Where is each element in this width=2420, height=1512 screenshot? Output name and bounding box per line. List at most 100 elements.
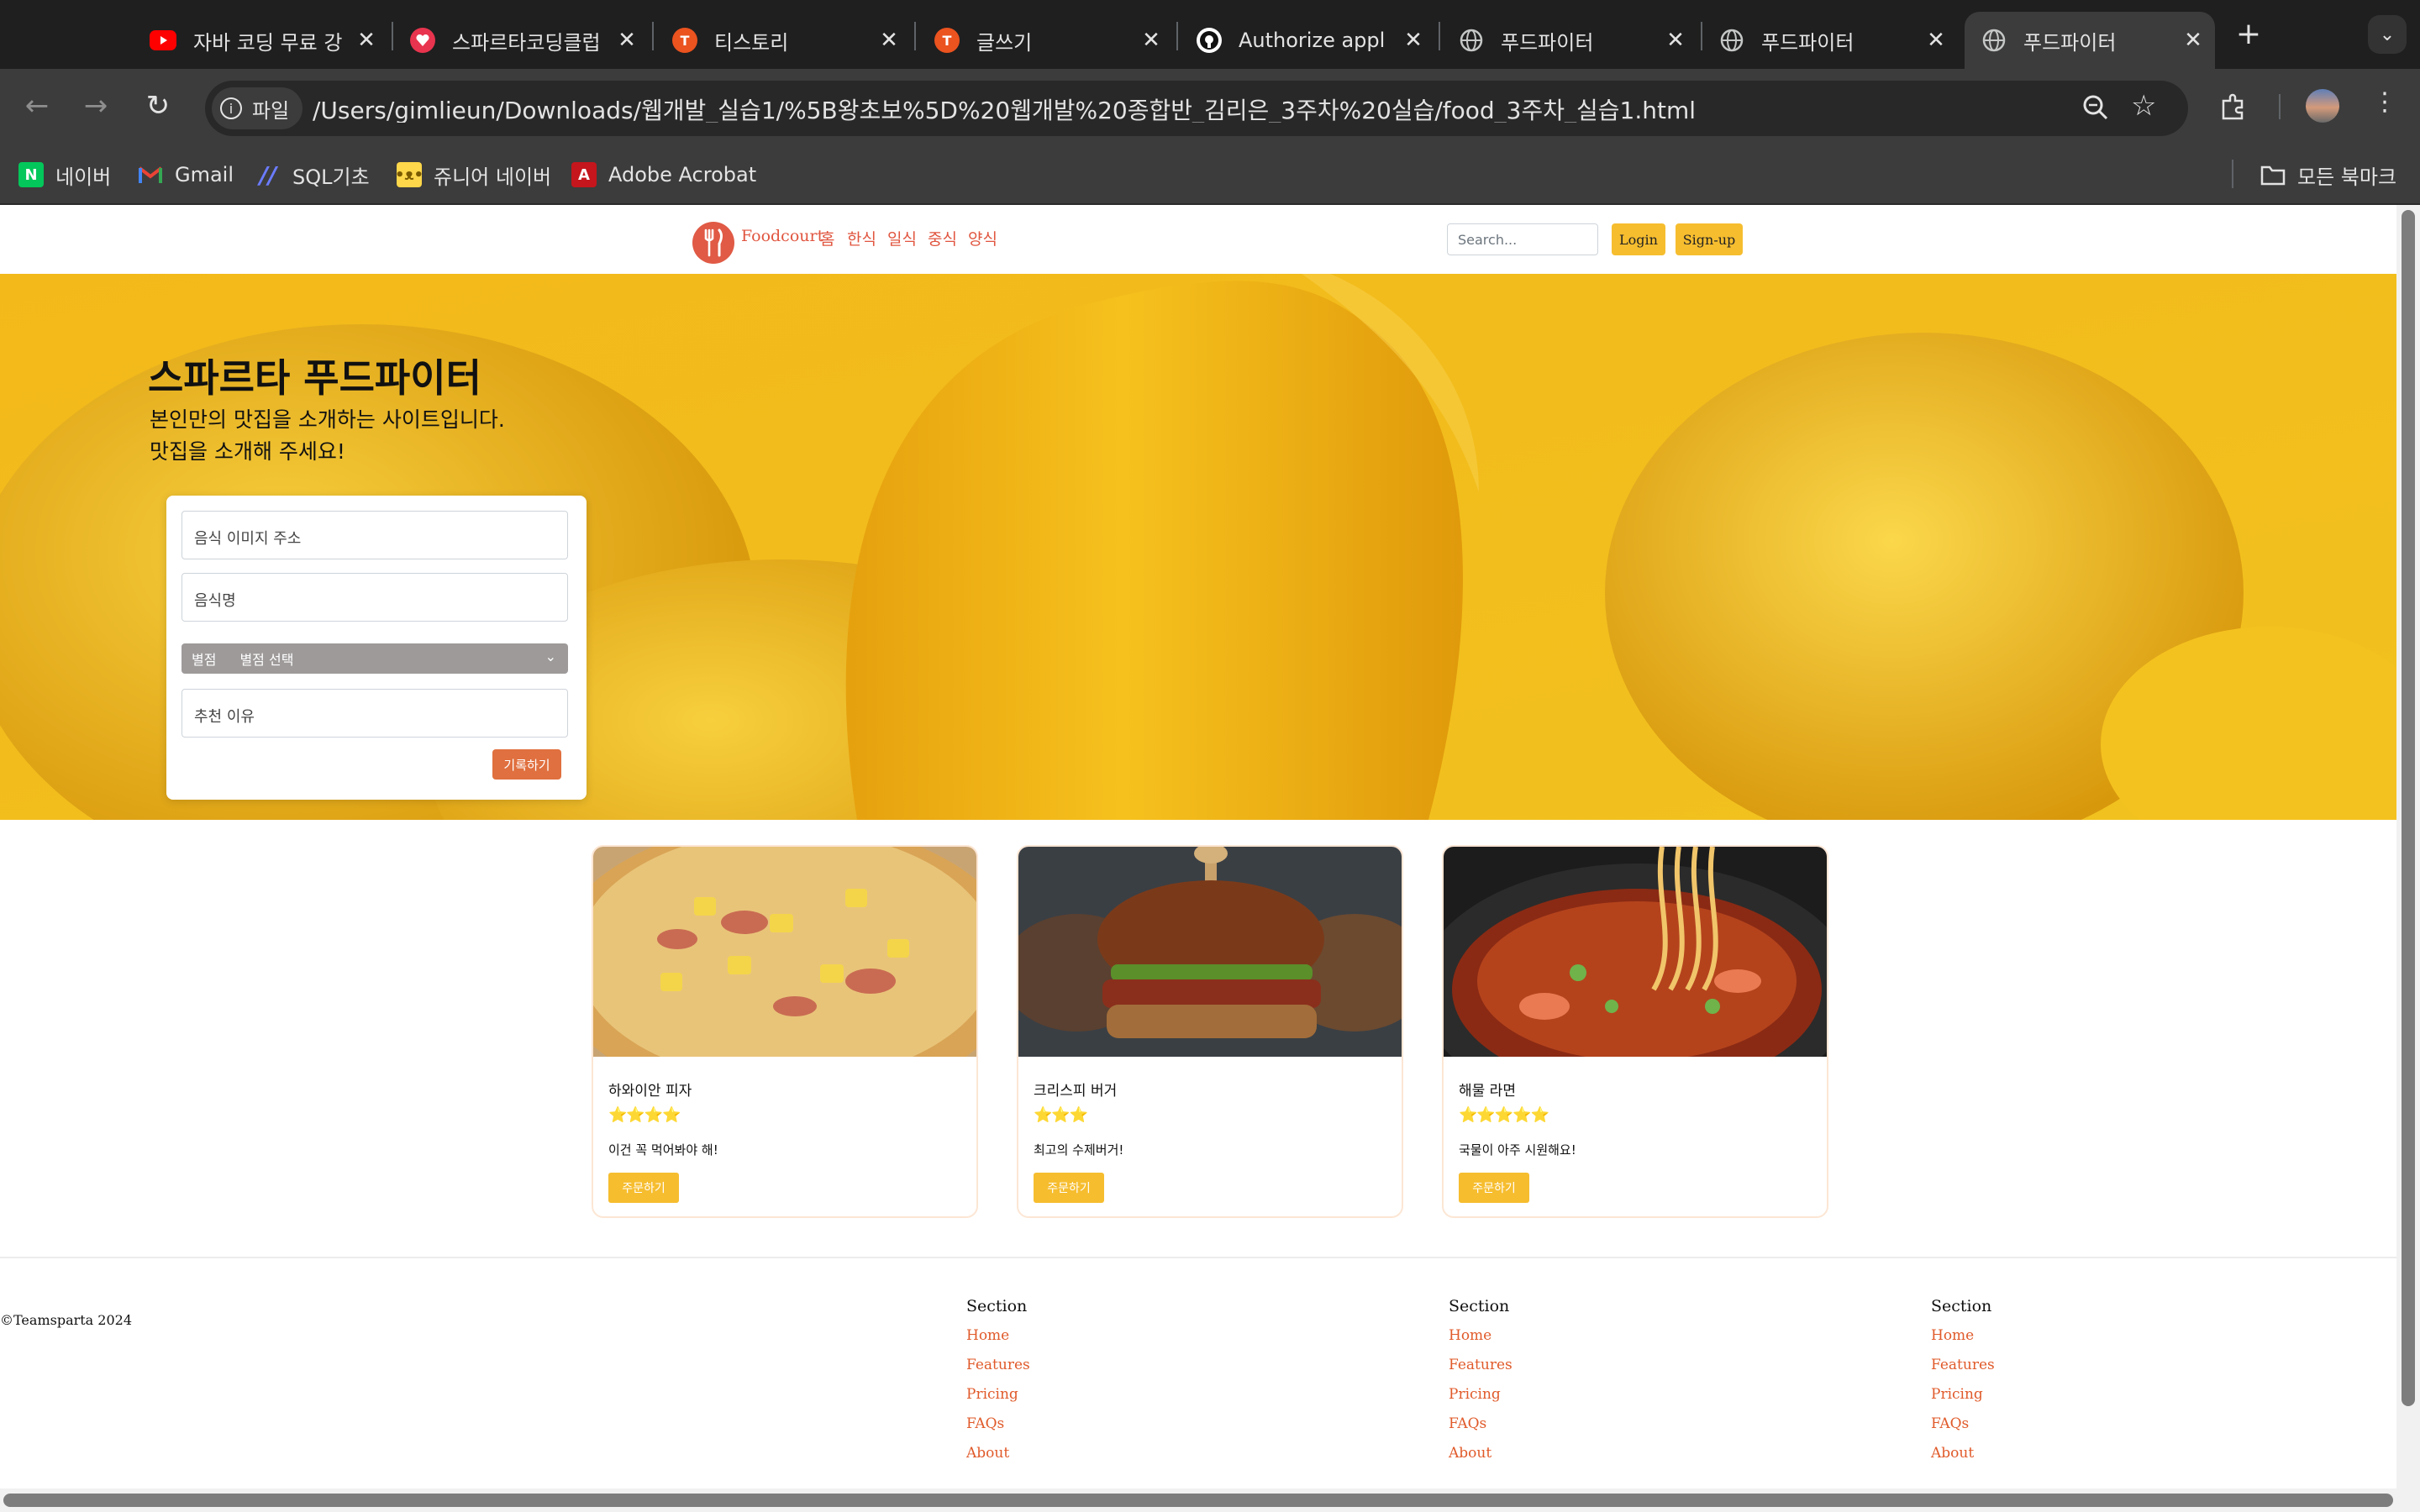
footer-link-features[interactable]: Features xyxy=(966,1357,1030,1373)
ramen-photo xyxy=(1444,847,1827,1057)
naver-icon: N xyxy=(18,162,44,187)
tab-sparta[interactable]: 스파르타코딩클럽 ✕ xyxy=(410,12,639,69)
footer-link-faqs[interactable]: FAQs xyxy=(1931,1415,1969,1432)
tab-foodfighter-2[interactable]: 푸드파이터 ✕ xyxy=(1719,12,1948,69)
star-icon: ⭐ xyxy=(1459,1106,1477,1124)
all-bookmarks[interactable]: 모든 북마크 xyxy=(2260,160,2396,190)
close-icon[interactable]: ✕ xyxy=(1402,28,1425,53)
tab-title: 푸드파이터 xyxy=(1761,30,1854,55)
nav-home[interactable]: 홈 xyxy=(820,227,834,249)
tab-title: 스파르타코딩클럽 xyxy=(452,30,601,55)
order-button[interactable]: 주문하기 xyxy=(1034,1173,1104,1203)
tab-divider xyxy=(1439,22,1440,50)
footer-link-home[interactable]: Home xyxy=(966,1327,1009,1344)
bookmark-label: Gmail xyxy=(175,163,234,186)
forward-arrow-icon[interactable]: → xyxy=(76,86,116,126)
tab-youtube[interactable]: 자바 코딩 무료 강 ✕ xyxy=(150,12,378,69)
close-icon[interactable]: ✕ xyxy=(877,28,901,53)
food-name-field[interactable]: 음식명 xyxy=(182,573,568,622)
tab-divider xyxy=(914,22,916,50)
tab-divider xyxy=(1701,22,1702,50)
bookmark-star-icon[interactable]: ☆ xyxy=(2131,89,2165,123)
nav-western[interactable]: 양식 xyxy=(968,227,997,249)
footer-link-features[interactable]: Features xyxy=(1449,1357,1512,1373)
submit-button[interactable]: 기록하기 xyxy=(492,749,561,780)
file-badge-label: 파일 xyxy=(252,98,290,123)
order-button[interactable]: 주문하기 xyxy=(1459,1173,1529,1203)
footer-link-home[interactable]: Home xyxy=(1931,1327,1974,1344)
card-title: 크리스피 버거 xyxy=(1034,1083,1118,1100)
rating-select[interactable]: 별점 별점 선택 ⌄ xyxy=(182,643,568,674)
reason-textarea[interactable]: 추천 이유 xyxy=(182,689,568,738)
bookmark-label: SQL기초 xyxy=(292,165,370,189)
tab-foodfighter-1[interactable]: 푸드파이터 ✕ xyxy=(1459,12,1687,69)
footer-link-about[interactable]: About xyxy=(1449,1445,1491,1462)
tab-title: Authorize appl xyxy=(1239,29,1386,52)
tab-divider xyxy=(1176,22,1178,50)
signup-button[interactable]: Sign-up xyxy=(1676,223,1743,255)
tab-github[interactable]: Authorize appl ✕ xyxy=(1197,12,1425,69)
tab-tistory[interactable]: T 티스토리 ✕ xyxy=(672,12,901,69)
tab-foodfighter-active[interactable]: 푸드파이터 ✕ xyxy=(1965,12,2215,69)
nav-korean[interactable]: 한식 xyxy=(847,227,876,249)
hero-title: 스파르타 푸드파이터 xyxy=(148,355,481,401)
footer-link-pricing[interactable]: Pricing xyxy=(966,1386,1018,1403)
back-arrow-icon[interactable]: ← xyxy=(17,86,57,126)
star-icon: ⭐ xyxy=(1494,1106,1513,1124)
close-icon[interactable]: ✕ xyxy=(1924,28,1948,53)
card-comment: 최고의 수제버거! xyxy=(1034,1142,1124,1158)
tab-divider xyxy=(652,22,654,50)
acrobat-icon: A xyxy=(571,162,597,187)
slashes-icon: // xyxy=(259,160,277,189)
bookmark-gmail[interactable]: Gmail xyxy=(138,160,234,190)
menu-kebab-icon[interactable]: ⋮ xyxy=(2368,87,2402,124)
close-icon[interactable]: ✕ xyxy=(1664,28,1687,53)
star-rating: ⭐⭐⭐ xyxy=(1034,1104,1088,1125)
bookmark-naver[interactable]: N 네이버 xyxy=(18,160,111,190)
footer-link-features[interactable]: Features xyxy=(1931,1357,1995,1373)
bookmark-sql[interactable]: // SQL기초 xyxy=(255,160,370,190)
search-input[interactable]: Search... xyxy=(1447,223,1598,255)
footer-link-about[interactable]: About xyxy=(966,1445,1009,1462)
tistory-icon: T xyxy=(672,28,697,53)
star-icon: ⭐ xyxy=(608,1106,627,1124)
extensions-icon[interactable] xyxy=(2217,91,2250,124)
footer-link-about[interactable]: About xyxy=(1931,1445,1974,1462)
close-icon[interactable]: ✕ xyxy=(2181,28,2205,53)
footer-divider xyxy=(0,1257,2396,1258)
bookmark-acrobat[interactable]: A Adobe Acrobat xyxy=(571,160,756,190)
image-url-field[interactable]: 음식 이미지 주소 xyxy=(182,511,568,559)
vertical-scroll-thumb[interactable] xyxy=(2402,210,2415,1406)
star-icon: ⭐ xyxy=(626,1106,644,1124)
star-icon: ⭐ xyxy=(1530,1106,1549,1124)
close-icon[interactable]: ✕ xyxy=(355,28,378,53)
food-card: 해물 라면 ⭐⭐⭐⭐⭐ 국물이 아주 시원해요! 주문하기 xyxy=(1442,845,1828,1218)
footer-link-home[interactable]: Home xyxy=(1449,1327,1491,1344)
nav-japanese[interactable]: 일식 xyxy=(887,227,917,249)
tab-write[interactable]: T 글쓰기 ✕ xyxy=(934,12,1163,69)
close-icon[interactable]: ✕ xyxy=(1139,28,1163,53)
site-info-chip[interactable]: i 파일 xyxy=(212,87,302,129)
new-tab-plus-icon[interactable]: + xyxy=(2230,15,2267,52)
login-button[interactable]: Login xyxy=(1612,223,1665,255)
profile-avatar[interactable] xyxy=(2306,89,2339,123)
order-button[interactable]: 주문하기 xyxy=(608,1173,679,1203)
fork-knife-logo-icon[interactable] xyxy=(692,222,734,264)
pizza-photo xyxy=(593,847,976,1057)
brand-link[interactable]: Foodcourt xyxy=(741,227,823,245)
tab-title: 글쓰기 xyxy=(976,30,1033,55)
footer-link-faqs[interactable]: FAQs xyxy=(1449,1415,1486,1432)
footer-link-pricing[interactable]: Pricing xyxy=(1449,1386,1501,1403)
footer-link-faqs[interactable]: FAQs xyxy=(966,1415,1004,1432)
horizontal-scroll-thumb[interactable] xyxy=(3,1494,2393,1507)
footer-link-pricing[interactable]: Pricing xyxy=(1931,1386,1983,1403)
nav-chinese[interactable]: 중식 xyxy=(928,227,957,249)
zoom-icon[interactable] xyxy=(2079,91,2112,124)
reload-icon[interactable]: ↻ xyxy=(138,86,178,126)
hero-subtitle-line-1: 본인만의 맛집을 소개하는 사이트입니다. xyxy=(150,407,505,432)
bookmark-junior-naver[interactable]: •ᴥ• 쥬니어 네이버 xyxy=(395,160,551,190)
url-text[interactable]: /Users/gimlieun/Downloads/웹개발_실습1/%5B왕초보… xyxy=(313,92,2027,123)
food-card: 하와이안 피자 ⭐⭐⭐⭐ 이건 꼭 먹어봐야 해! 주문하기 xyxy=(592,845,978,1218)
tab-search-chevron-icon[interactable]: ⌄ xyxy=(2368,15,2407,54)
close-icon[interactable]: ✕ xyxy=(615,28,639,53)
